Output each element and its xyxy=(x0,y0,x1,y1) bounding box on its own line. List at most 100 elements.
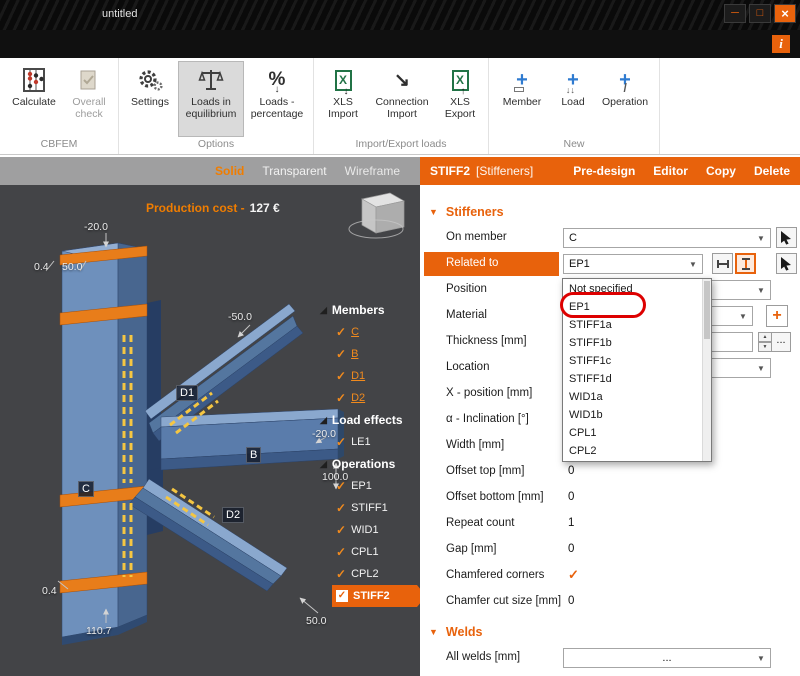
tree-item-b[interactable]: ✓ B xyxy=(320,343,420,365)
checkmark-icon[interactable]: ✓ xyxy=(336,325,346,339)
tree-item-cpl2[interactable]: ✓ CPL2 xyxy=(320,563,420,585)
gap-value[interactable]: 0 xyxy=(568,543,574,555)
pick-on-member-button[interactable] xyxy=(776,227,797,248)
tree-item-cpl1[interactable]: ✓ CPL1 xyxy=(320,541,420,563)
add-material-button[interactable]: + xyxy=(766,305,788,327)
repeat-count-value[interactable]: 1 xyxy=(568,517,574,529)
percent-icon: % ↓ xyxy=(268,69,286,95)
new-member-button[interactable]: + Member xyxy=(494,61,550,137)
offset-top-value[interactable]: 0 xyxy=(568,465,574,477)
section-welds[interactable]: ▼ Welds xyxy=(420,619,800,645)
chevron-down-icon[interactable]: ▼ xyxy=(754,651,768,665)
close-button[interactable]: × xyxy=(774,4,796,23)
overall-check-icon xyxy=(78,65,100,95)
dropdown-item-stiff1b[interactable]: STIFF1b xyxy=(563,334,711,352)
dim-label: 110.7 xyxy=(86,625,112,637)
settings-button[interactable]: Settings xyxy=(124,61,176,137)
chevron-down-icon[interactable]: ▼ xyxy=(754,231,768,245)
predesign-button[interactable]: Pre-design xyxy=(573,164,635,178)
model-tree: ◢ Members ✓ C ✓ B ✓ D1 ✓ D2 ◢ Load effec… xyxy=(320,299,420,607)
related-to-combo[interactable]: EP1 ▼ xyxy=(563,254,703,274)
dropdown-item-wid1b[interactable]: WID1b xyxy=(563,406,711,424)
new-operation-button[interactable]: + / Operation xyxy=(596,61,654,137)
checkmark-icon[interactable]: ✓ xyxy=(336,501,346,515)
spin-down-icon[interactable]: ▼ xyxy=(758,342,772,352)
offset-bottom-value[interactable]: 0 xyxy=(568,491,574,503)
chevron-down-icon[interactable]: ▼ xyxy=(736,309,750,323)
connection-import-button[interactable]: ↘ Connection Import xyxy=(369,61,435,137)
related-to-dropdown-list: Not specified EP1 STIFF1a STIFF1b STIFF1… xyxy=(560,278,712,462)
stiffener-orientation-button-2[interactable] xyxy=(735,253,756,274)
dim-label: -20.0 xyxy=(84,221,108,233)
xls-export-button[interactable]: X ↑ XLS Export xyxy=(437,61,483,137)
group-label-new: New xyxy=(563,138,585,150)
tree-item-stiff2-selected[interactable]: ✓ STIFF2 xyxy=(332,585,420,607)
tree-item-wid1[interactable]: ✓ WID1 xyxy=(320,519,420,541)
spin-up-icon[interactable]: ▲ xyxy=(758,332,772,342)
expander-icon: ◢ xyxy=(320,458,327,469)
minimize-button[interactable]: ─ xyxy=(724,4,746,23)
tree-item-le1[interactable]: ✓ LE1 xyxy=(320,431,420,453)
maximize-button[interactable]: □ xyxy=(749,4,771,23)
dropdown-item-stiff1c[interactable]: STIFF1c xyxy=(563,352,711,370)
checkmark-icon[interactable]: ✓ xyxy=(336,435,346,449)
pick-related-button[interactable] xyxy=(776,253,797,274)
checkmark-icon[interactable]: ✓ xyxy=(336,347,346,361)
dropdown-item-not-specified[interactable]: Not specified xyxy=(563,280,711,298)
checkmark-icon[interactable]: ✓ xyxy=(336,567,346,581)
chevron-down-icon[interactable]: ▼ xyxy=(754,283,768,297)
tree-item-stiff1[interactable]: ✓ STIFF1 xyxy=(320,497,420,519)
all-welds-combo[interactable]: ... ▼ xyxy=(563,648,771,668)
loads-percentage-button[interactable]: % ↓ Loads - percentage xyxy=(246,61,308,137)
tab-wireframe[interactable]: Wireframe xyxy=(345,164,400,178)
chevron-down-icon[interactable]: ▼ xyxy=(754,361,768,375)
checkmark-icon[interactable]: ✓ xyxy=(336,523,346,537)
xls-import-button[interactable]: X ↓ XLS Import xyxy=(319,61,367,137)
viewport-header: Solid Transparent Wireframe xyxy=(0,157,420,185)
chamfered-corners-checkbox[interactable]: ✓ xyxy=(568,567,579,583)
chamfer-cut-size-value[interactable]: 0 xyxy=(568,595,574,607)
dropdown-item-stiff1a[interactable]: STIFF1a xyxy=(563,316,711,334)
checkmark-icon[interactable]: ✓ xyxy=(336,590,348,602)
checkmark-icon[interactable]: ✓ xyxy=(336,391,346,405)
expander-icon: ◢ xyxy=(320,414,327,425)
viewport-3d[interactable]: Production cost - 127 € -20.0 0.4 50.0 -5… xyxy=(0,185,420,676)
chevron-down-icon[interactable]: ▼ xyxy=(686,257,700,271)
checkmark-icon[interactable]: ✓ xyxy=(336,479,346,493)
checkmark-icon[interactable]: ✓ xyxy=(336,369,346,383)
editor-button[interactable]: Editor xyxy=(653,164,688,178)
tree-section-load-effects[interactable]: ◢ Load effects xyxy=(320,409,420,431)
tree-item-ep1[interactable]: ✓ EP1 xyxy=(320,475,420,497)
checkmark-icon[interactable]: ✓ xyxy=(336,545,346,559)
dropdown-item-ep1[interactable]: EP1 xyxy=(563,298,711,316)
stiffener-orientation-button-1[interactable] xyxy=(712,253,733,274)
group-label-cbfem: CBFEM xyxy=(40,138,78,150)
dropdown-item-cpl2[interactable]: CPL2 xyxy=(563,442,711,460)
overall-check-button[interactable]: Overall check xyxy=(65,61,113,137)
tree-section-operations[interactable]: ◢ Operations xyxy=(320,453,420,475)
tab-solid[interactable]: Solid xyxy=(215,164,244,178)
tree-item-c[interactable]: ✓ C xyxy=(320,321,420,343)
xls-export-label: XLS Export xyxy=(444,96,476,120)
dropdown-item-wid1a[interactable]: WID1a xyxy=(563,388,711,406)
thickness-stepper[interactable]: ▲ ▼ xyxy=(758,332,772,352)
on-member-combo[interactable]: C ▼ xyxy=(563,228,771,248)
info-button[interactable]: i xyxy=(772,35,790,53)
calculate-button[interactable]: Calculate xyxy=(5,61,63,137)
ribbon-group-import-export: X ↓ XLS Import ↘ Connection Import X ↑ X… xyxy=(314,58,489,154)
tree-item-d1[interactable]: ✓ D1 xyxy=(320,365,420,387)
operation-type: [Stiffeners] xyxy=(476,164,534,178)
tree-item-d2[interactable]: ✓ D2 xyxy=(320,387,420,409)
delete-button[interactable]: Delete xyxy=(754,164,790,178)
loads-in-equilibrium-button[interactable]: Loads in equilibrium xyxy=(178,61,244,137)
dropdown-item-cpl1[interactable]: CPL1 xyxy=(563,424,711,442)
section-stiffeners[interactable]: ▼ Stiffeners xyxy=(420,199,800,225)
new-load-button[interactable]: + ↓↓ Load xyxy=(552,61,594,137)
tree-section-members[interactable]: ◢ Members xyxy=(320,299,420,321)
dim-label: 0.4 xyxy=(42,585,57,597)
dropdown-scrollbar[interactable] xyxy=(702,279,711,461)
dropdown-item-stiff1d[interactable]: STIFF1d xyxy=(563,370,711,388)
tab-transparent[interactable]: Transparent xyxy=(262,164,326,178)
copy-button[interactable]: Copy xyxy=(706,164,736,178)
thickness-more-button[interactable]: ... xyxy=(771,332,791,352)
